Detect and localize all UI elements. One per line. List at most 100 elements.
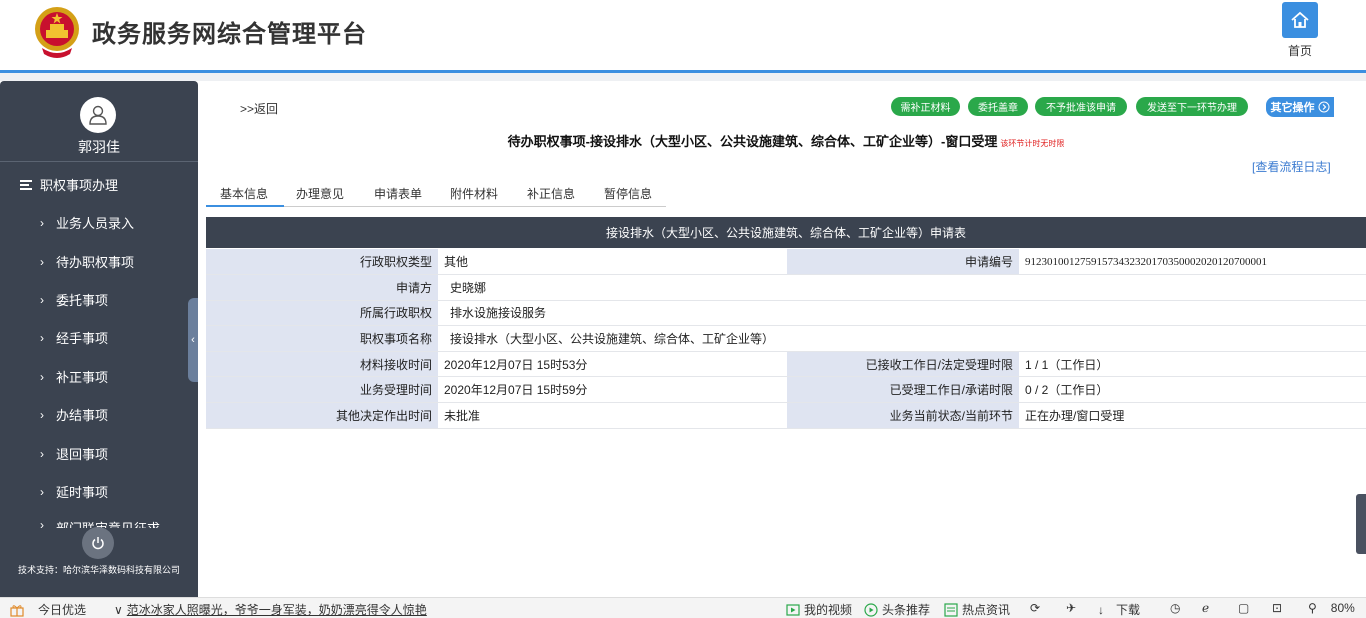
pin-button[interactable]: ✈ [1066, 601, 1076, 615]
browser-status-bar: 今日优选 ∨ 范冰冰家人照曝光，爷爷一身军装，奶奶漂亮得令人惊艳 我的视频 头条… [0, 597, 1366, 618]
logout-button[interactable] [82, 527, 114, 559]
table-row: 其他决定作出时间 未批准 业务当前状态/当前环节 正在办理/窗口受理 [206, 402, 1366, 429]
sidebar-item-label: 补正事项 [56, 370, 109, 385]
tab-suspension-info[interactable]: 暂停信息 [604, 185, 652, 202]
play-circle-icon [864, 602, 878, 617]
reject-application-button[interactable]: 不予批准该申请 [1035, 97, 1127, 116]
daily-picks[interactable]: 今日优选 [10, 601, 86, 618]
national-emblem-icon [35, 7, 79, 58]
video-icon [786, 603, 800, 616]
sidebar-divider [0, 161, 198, 162]
window-button[interactable]: ▢ [1238, 601, 1249, 615]
table-row: 材料接收时间 2020年12月07日 15时53分 已接收工作日/法定受理时限 … [206, 351, 1366, 378]
table-row: 业务受理时间 2020年12月07日 15时59分 已受理工作日/承诺时限 0 … [206, 376, 1366, 404]
tab-opinions[interactable]: 办理意见 [296, 185, 344, 202]
field-value: 正在办理/窗口受理 [1019, 402, 1366, 429]
tab-basic-info[interactable]: 基本信息 [220, 185, 268, 202]
entrust-seal-button[interactable]: 委托盖章 [968, 97, 1028, 116]
power-icon [92, 537, 104, 550]
app-header: 政务服务网综合管理平台 首页 [0, 0, 1366, 70]
my-videos-label: 我的视频 [804, 603, 853, 617]
back-link[interactable]: >>返回 [240, 100, 278, 117]
view-process-log-link[interactable]: [查看流程日志] [1252, 158, 1331, 175]
sidebar-collapse-handle[interactable]: ‹ [188, 298, 198, 382]
sidebar-section-header[interactable]: 职权事项办理 [20, 175, 118, 194]
tab-supplement-info[interactable]: 补正信息 [527, 185, 575, 202]
window-icon: ▢ [1238, 601, 1250, 615]
sidebar-item-entrusted[interactable]: › 委托事项 [40, 290, 108, 309]
news-headline: 范冰冰家人照曝光，爷爷一身军装，奶奶漂亮得令人惊艳 [126, 603, 427, 617]
home-button[interactable] [1282, 2, 1318, 38]
zoom-control[interactable]: ⚲ 80% [1308, 601, 1355, 615]
speaker-icon: ◷ [1170, 601, 1181, 615]
field-label: 已接收工作日/法定受理时限 [787, 351, 1019, 378]
user-icon [89, 105, 107, 125]
field-value: 其他 [438, 249, 787, 276]
sidebar-item-returned[interactable]: › 退回事项 [40, 444, 108, 463]
sidebar-item-label: 部门联审意见征求 [56, 518, 160, 528]
table-row: 申请方 史晓娜 [206, 274, 1366, 301]
timing-note: 该环节计时无时限 [1000, 139, 1065, 148]
my-videos[interactable]: 我的视频 [786, 601, 852, 618]
sidebar: 郭羽佳 职权事项办理 › 业务人员录入 › 待办职权事项 › 委托事项 › 经手事项 ›… [0, 81, 198, 597]
refresh-icon: ⟳ [1030, 601, 1041, 615]
headline-recommend-label: 头条推荐 [882, 603, 931, 617]
application-info-table: 行政职权类型 其他 申请编号 9123010012759157343232017… [206, 249, 1366, 429]
sidebar-item-completed[interactable]: › 办结事项 [40, 405, 108, 424]
field-label: 业务当前状态/当前环节 [787, 402, 1019, 429]
field-value: 1 / 1（工作日） [1019, 351, 1366, 378]
table-row: 所属行政职权 排水设施接设服务 [206, 300, 1366, 327]
ie-icon: ℯ [1202, 601, 1210, 615]
tools-button[interactable]: ⊡ [1272, 601, 1282, 615]
header-shadow [0, 73, 1366, 81]
send-next-step-button[interactable]: 发送至下一环节办理 [1136, 97, 1248, 116]
active-tab-indicator [206, 205, 284, 207]
gift-icon [10, 604, 24, 617]
field-label: 行政职权类型 [206, 249, 438, 276]
field-value: 9123010012759157343232017035000202012070… [1019, 249, 1366, 276]
download-button[interactable]: ↓ 下载 [1098, 601, 1140, 618]
other-actions-button[interactable]: 其它操作 [1266, 97, 1334, 117]
chevron-right-icon: › [40, 369, 44, 384]
sidebar-item-staff-entry[interactable]: › 业务人员录入 [40, 213, 134, 232]
sidebar-item-label: 待办职权事项 [56, 255, 135, 270]
sidebar-item-delayed[interactable]: › 延时事项 [40, 482, 108, 501]
refresh-button[interactable]: ⟳ [1030, 601, 1040, 615]
sidebar-item-pending[interactable]: › 待办职权事项 [40, 252, 134, 271]
headline-recommend[interactable]: 头条推荐 [864, 601, 930, 618]
download-label: 下载 [1116, 603, 1141, 617]
tab-attachments[interactable]: 附件材料 [450, 185, 498, 202]
chevron-right-icon: › [40, 484, 44, 499]
request-supplement-button[interactable]: 需补正材料 [891, 97, 960, 116]
sound-button[interactable]: ◷ [1170, 601, 1180, 615]
page-title-brand: 政务服务网综合管理平台 [92, 21, 367, 48]
home-icon [1291, 11, 1309, 28]
username: 郭羽佳 [78, 139, 120, 155]
hot-news[interactable]: 热点资讯 [944, 601, 1010, 618]
news-icon [944, 602, 958, 617]
page-title: 待办职权事项-接设排水（大型小区、公共设施建筑、综合体、工矿企业等）-窗口受理该… [206, 131, 1366, 150]
sidebar-item-label: 业务人员录入 [56, 216, 135, 231]
sidebar-item-handled[interactable]: › 经手事项 [40, 328, 108, 347]
search-icon: ⚲ [1308, 601, 1317, 615]
browser-button[interactable]: ℯ [1202, 601, 1209, 615]
download-icon: ↓ [1098, 602, 1104, 617]
home-label[interactable]: 首页 [1282, 42, 1318, 59]
chevron-right-icon: › [40, 407, 44, 422]
field-value: 2020年12月07日 15时59分 [438, 376, 787, 404]
sidebar-item-label: 经手事项 [56, 331, 109, 346]
daily-picks-label: 今日优选 [38, 603, 87, 617]
chevron-right-icon: › [40, 215, 44, 230]
table-row: 行政职权类型 其他 申请编号 9123010012759157343232017… [206, 249, 1366, 276]
form-title: 接设排水（大型小区、公共设施建筑、综合体、工矿企业等）申请表 [206, 217, 1366, 248]
other-actions-label: 其它操作 [1270, 102, 1315, 114]
avatar[interactable] [80, 97, 116, 133]
field-label: 已受理工作日/承诺时限 [787, 376, 1019, 404]
sidebar-item-supplement[interactable]: › 补正事项 [40, 367, 108, 386]
sidebar-item-label: 委托事项 [56, 293, 109, 308]
tab-application-form[interactable]: 申请表单 [374, 185, 422, 202]
news-ticker[interactable]: ∨ 范冰冰家人照曝光，爷爷一身军装，奶奶漂亮得令人惊艳 [114, 601, 427, 618]
side-scroll-handle[interactable] [1356, 494, 1366, 554]
chevron-right-icon: › [40, 446, 44, 461]
pin-icon: ✈ [1066, 601, 1077, 615]
